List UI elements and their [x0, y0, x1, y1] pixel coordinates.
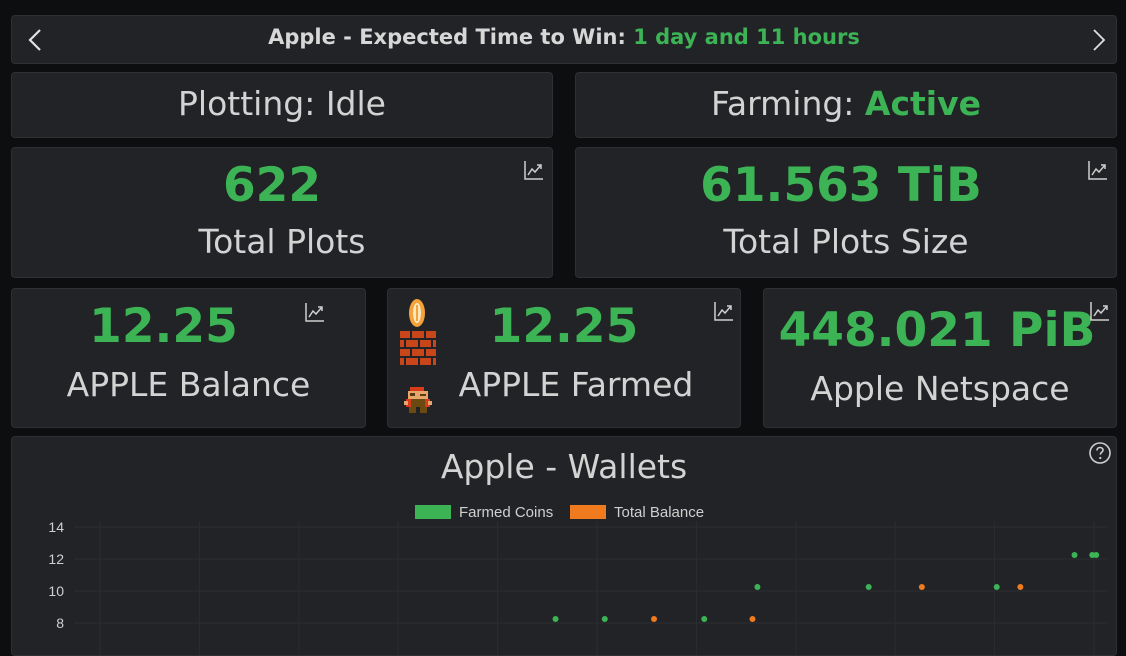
data-point — [701, 616, 708, 622]
data-point — [552, 616, 559, 622]
y-tick-label: 14 — [48, 519, 64, 535]
header-bar: Apple - Expected Time to Win: 1 day and … — [11, 15, 1117, 64]
netspace-label: Apple Netspace — [810, 369, 1070, 408]
data-point — [865, 584, 872, 590]
data-point — [993, 584, 1000, 590]
trending-chart-icon — [1090, 302, 1109, 321]
plots-size-value: 61.563 TiB — [700, 158, 982, 213]
total-plots-label: Total Plots — [198, 222, 366, 261]
trending-chart-icon — [714, 302, 733, 321]
data-point — [918, 584, 925, 590]
total-plots-chart-button[interactable] — [523, 159, 545, 181]
y-tick-label: 12 — [48, 551, 64, 567]
plotting-label: Plotting: — [178, 84, 326, 123]
trending-chart-icon — [524, 161, 543, 180]
next-button[interactable] — [1084, 25, 1112, 55]
farming-status: Farming: Active — [576, 84, 1116, 123]
balance-chart-button[interactable] — [304, 301, 326, 323]
balance-card: 12.25 APPLE Balance — [11, 288, 366, 428]
time-to-win: 1 day and 11 hours — [633, 25, 860, 49]
balance-label: APPLE Balance — [66, 365, 311, 404]
data-point — [749, 616, 756, 622]
plots-size-card: 61.563 TiB Total Plots Size — [575, 147, 1117, 278]
netspace-card: 448.021 PiB Apple Netspace — [763, 288, 1117, 428]
data-point — [1071, 552, 1078, 558]
netspace-value: 448.021 PiB — [778, 303, 1096, 358]
header-title: Apple - Expected Time to Win: 1 day and … — [12, 25, 1116, 49]
plots-size-label: Total Plots Size — [723, 222, 969, 261]
data-point — [601, 616, 608, 622]
plotting-status-card: Plotting: Idle — [11, 72, 553, 138]
header-title-prefix: Apple - Expected Time to Win: — [268, 25, 634, 49]
farmed-chart-button[interactable] — [713, 300, 735, 322]
y-tick-label: 10 — [48, 583, 64, 599]
trending-chart-icon — [1088, 161, 1107, 180]
plotting-value: Idle — [325, 84, 386, 123]
data-point — [651, 616, 658, 622]
wallets-plot: 14 12 10 8 — [48, 519, 1108, 655]
farming-status-card: Farming: Active — [575, 72, 1117, 138]
plotting-status: Plotting: Idle — [12, 84, 552, 123]
netspace-chart-button[interactable] — [1089, 300, 1111, 322]
farming-label: Farming: — [710, 84, 865, 123]
chevron-right-icon — [1093, 29, 1106, 51]
total-plots-card: 622 Total Plots — [11, 147, 553, 278]
farmed-label: APPLE Farmed — [458, 365, 694, 404]
data-point — [1093, 552, 1100, 558]
farmed-card: 12.25 APPLE Farmed — [387, 288, 741, 428]
y-tick-label: 8 — [56, 615, 64, 631]
data-point — [754, 584, 761, 590]
farming-value: Active — [864, 84, 982, 123]
trending-chart-icon — [305, 303, 324, 322]
total-plots-value: 622 — [222, 158, 322, 213]
wallets-chart-card: Apple - Wallets Farmed Coins Total Balan… — [11, 436, 1117, 656]
plots-size-chart-button[interactable] — [1087, 159, 1109, 181]
farmed-value: 12.25 — [489, 299, 639, 354]
data-point — [1017, 584, 1024, 590]
